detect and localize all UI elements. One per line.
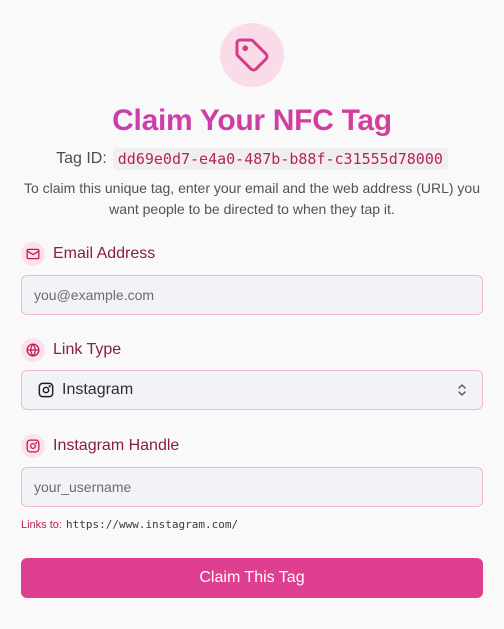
tag-id-label: Tag ID: <box>56 150 107 167</box>
email-field[interactable] <box>21 275 483 315</box>
mail-icon <box>21 242 45 266</box>
links-to-hint: Links to: https://www.instagram.com/ <box>21 518 238 531</box>
description: To claim this unique tag, enter your ema… <box>23 180 480 217</box>
links-to-label: Links to: <box>21 518 62 531</box>
link-type-selected: Instagram <box>62 381 134 398</box>
tag-id-row: Tag ID: dd69e0d7-e4a0-487b-b88f-c31555d7… <box>0 148 504 170</box>
page-title: Claim Your NFC Tag <box>0 104 504 138</box>
globe-icon <box>21 338 45 362</box>
link-type-label: Link Type <box>21 338 121 362</box>
claim-tag-button[interactable]: Claim This Tag <box>21 558 483 598</box>
link-type-select[interactable]: Instagram <box>21 370 483 410</box>
links-to-url: https://www.instagram.com/ <box>65 518 239 531</box>
email-label-text: Email Address <box>53 245 156 262</box>
handle-label-text: Instagram Handle <box>53 437 180 454</box>
handle-label: Instagram Handle <box>21 434 179 458</box>
chevron-up-down-icon <box>456 383 468 397</box>
link-type-label-text: Link Type <box>53 341 122 358</box>
claim-tag-page: Claim Your NFC Tag Tag ID: dd69e0d7-e4a0… <box>0 0 504 629</box>
tag-id-value: dd69e0d7-e4a0-487b-b88f-c31555d78000 <box>112 148 448 170</box>
email-label: Email Address <box>21 242 155 266</box>
instagram-handle-field[interactable] <box>21 467 483 507</box>
instagram-icon <box>38 382 54 398</box>
instagram-icon <box>21 434 45 458</box>
tag-icon <box>220 23 284 87</box>
